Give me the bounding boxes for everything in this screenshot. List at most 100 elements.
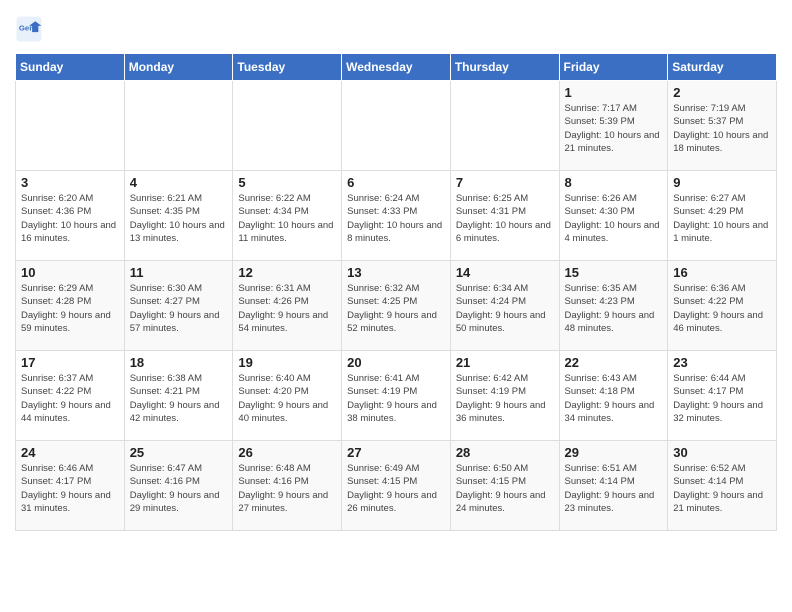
day-info: Sunrise: 6:40 AM Sunset: 4:20 PM Dayligh… xyxy=(238,372,336,425)
day-info: Sunrise: 6:51 AM Sunset: 4:14 PM Dayligh… xyxy=(565,462,663,515)
day-number: 6 xyxy=(347,175,445,190)
calendar-table: SundayMondayTuesdayWednesdayThursdayFrid… xyxy=(15,53,777,531)
calendar-cell: 2Sunrise: 7:19 AM Sunset: 5:37 PM Daylig… xyxy=(668,81,777,171)
col-header-thursday: Thursday xyxy=(450,54,559,81)
day-info: Sunrise: 6:29 AM Sunset: 4:28 PM Dayligh… xyxy=(21,282,119,335)
calendar-cell: 22 Sunrise: 6:43 AM Sunset: 4:18 PM Dayli… xyxy=(559,351,668,441)
day-info: Sunrise: 6:42 AM Sunset: 4:19 PM Dayligh… xyxy=(456,372,554,425)
col-header-sunday: Sunday xyxy=(16,54,125,81)
day-info: Sunrise: 6:32 AM Sunset: 4:25 PM Dayligh… xyxy=(347,282,445,335)
col-header-monday: Monday xyxy=(124,54,233,81)
calendar-cell: 3Sunrise: 6:20 AM Sunset: 4:36 PM Daylig… xyxy=(16,171,125,261)
calendar-cell: 20 Sunrise: 6:41 AM Sunset: 4:19 PM Dayli… xyxy=(342,351,451,441)
day-number: 19 xyxy=(238,355,336,370)
day-number: 27 xyxy=(347,445,445,460)
day-number: 26 xyxy=(238,445,336,460)
calendar-cell: 29 Sunrise: 6:51 AM Sunset: 4:14 PM Dayli… xyxy=(559,441,668,531)
calendar-cell: 6 Sunrise: 6:24 AM Sunset: 4:33 PM Daylig… xyxy=(342,171,451,261)
day-info: Sunrise: 6:52 AM Sunset: 4:14 PM Dayligh… xyxy=(673,462,771,515)
day-info: Sunrise: 7:17 AM Sunset: 5:39 PM Dayligh… xyxy=(565,102,663,155)
day-number: 17 xyxy=(21,355,119,370)
day-number: 9 xyxy=(673,175,771,190)
calendar-cell: 25 Sunrise: 6:47 AM Sunset: 4:16 PM Dayli… xyxy=(124,441,233,531)
calendar-cell xyxy=(233,81,342,171)
day-info: Sunrise: 6:22 AM Sunset: 4:34 PM Dayligh… xyxy=(238,192,336,245)
day-number: 14 xyxy=(456,265,554,280)
logo-icon: Gen xyxy=(15,15,43,43)
day-info: Sunrise: 6:25 AM Sunset: 4:31 PM Dayligh… xyxy=(456,192,554,245)
calendar-cell: 17 Sunrise: 6:37 AM Sunset: 4:22 PM Dayli… xyxy=(16,351,125,441)
calendar-cell: 1 Sunrise: 7:17 AM Sunset: 5:39 PM Daylig… xyxy=(559,81,668,171)
day-number: 3 xyxy=(21,175,119,190)
calendar-cell: 27 Sunrise: 6:49 AM Sunset: 4:15 PM Dayli… xyxy=(342,441,451,531)
day-number: 20 xyxy=(347,355,445,370)
day-number: 5 xyxy=(238,175,336,190)
calendar-cell: 8 Sunrise: 6:26 AM Sunset: 4:30 PM Daylig… xyxy=(559,171,668,261)
day-info: Sunrise: 6:26 AM Sunset: 4:30 PM Dayligh… xyxy=(565,192,663,245)
col-header-friday: Friday xyxy=(559,54,668,81)
col-header-saturday: Saturday xyxy=(668,54,777,81)
day-number: 24 xyxy=(21,445,119,460)
day-info: Sunrise: 6:34 AM Sunset: 4:24 PM Dayligh… xyxy=(456,282,554,335)
day-info: Sunrise: 6:24 AM Sunset: 4:33 PM Dayligh… xyxy=(347,192,445,245)
calendar-cell: 7 Sunrise: 6:25 AM Sunset: 4:31 PM Daylig… xyxy=(450,171,559,261)
day-info: Sunrise: 6:31 AM Sunset: 4:26 PM Dayligh… xyxy=(238,282,336,335)
day-info: Sunrise: 6:50 AM Sunset: 4:15 PM Dayligh… xyxy=(456,462,554,515)
day-number: 10 xyxy=(21,265,119,280)
calendar-cell: 28Sunrise: 6:50 AM Sunset: 4:15 PM Dayli… xyxy=(450,441,559,531)
day-info: Sunrise: 6:38 AM Sunset: 4:21 PM Dayligh… xyxy=(130,372,228,425)
day-number: 23 xyxy=(673,355,771,370)
day-number: 22 xyxy=(565,355,663,370)
day-info: Sunrise: 6:30 AM Sunset: 4:27 PM Dayligh… xyxy=(130,282,228,335)
day-info: Sunrise: 6:46 AM Sunset: 4:17 PM Dayligh… xyxy=(21,462,119,515)
day-number: 16 xyxy=(673,265,771,280)
day-number: 25 xyxy=(130,445,228,460)
calendar-cell: 23Sunrise: 6:44 AM Sunset: 4:17 PM Dayli… xyxy=(668,351,777,441)
day-info: Sunrise: 6:48 AM Sunset: 4:16 PM Dayligh… xyxy=(238,462,336,515)
day-info: Sunrise: 6:41 AM Sunset: 4:19 PM Dayligh… xyxy=(347,372,445,425)
calendar-cell: 15 Sunrise: 6:35 AM Sunset: 4:23 PM Dayli… xyxy=(559,261,668,351)
page-header: Gen xyxy=(15,15,777,43)
col-header-tuesday: Tuesday xyxy=(233,54,342,81)
day-number: 2 xyxy=(673,85,771,100)
day-number: 15 xyxy=(565,265,663,280)
calendar-cell xyxy=(124,81,233,171)
calendar-cell: 5 Sunrise: 6:22 AM Sunset: 4:34 PM Daylig… xyxy=(233,171,342,261)
day-number: 30 xyxy=(673,445,771,460)
day-number: 11 xyxy=(130,265,228,280)
day-info: Sunrise: 6:36 AM Sunset: 4:22 PM Dayligh… xyxy=(673,282,771,335)
day-info: Sunrise: 6:37 AM Sunset: 4:22 PM Dayligh… xyxy=(21,372,119,425)
calendar-cell xyxy=(16,81,125,171)
day-number: 21 xyxy=(456,355,554,370)
day-info: Sunrise: 6:47 AM Sunset: 4:16 PM Dayligh… xyxy=(130,462,228,515)
day-number: 1 xyxy=(565,85,663,100)
day-number: 8 xyxy=(565,175,663,190)
day-number: 18 xyxy=(130,355,228,370)
day-info: Sunrise: 6:21 AM Sunset: 4:35 PM Dayligh… xyxy=(130,192,228,245)
logo: Gen xyxy=(15,15,47,43)
col-header-wednesday: Wednesday xyxy=(342,54,451,81)
calendar-cell: 12Sunrise: 6:31 AM Sunset: 4:26 PM Dayli… xyxy=(233,261,342,351)
calendar-cell: 24 Sunrise: 6:46 AM Sunset: 4:17 PM Dayli… xyxy=(16,441,125,531)
day-info: Sunrise: 6:35 AM Sunset: 4:23 PM Dayligh… xyxy=(565,282,663,335)
day-number: 4 xyxy=(130,175,228,190)
calendar-cell: 4 Sunrise: 6:21 AM Sunset: 4:35 PM Daylig… xyxy=(124,171,233,261)
calendar-cell: 9 Sunrise: 6:27 AM Sunset: 4:29 PM Daylig… xyxy=(668,171,777,261)
calendar-cell: 26 Sunrise: 6:48 AM Sunset: 4:16 PM Dayli… xyxy=(233,441,342,531)
calendar-cell xyxy=(450,81,559,171)
calendar-cell: 13 Sunrise: 6:32 AM Sunset: 4:25 PM Dayli… xyxy=(342,261,451,351)
calendar-cell: 18 Sunrise: 6:38 AM Sunset: 4:21 PM Dayli… xyxy=(124,351,233,441)
day-info: Sunrise: 6:27 AM Sunset: 4:29 PM Dayligh… xyxy=(673,192,771,245)
calendar-cell: 16 Sunrise: 6:36 AM Sunset: 4:22 PM Dayli… xyxy=(668,261,777,351)
calendar-cell: 14 Sunrise: 6:34 AM Sunset: 4:24 PM Dayli… xyxy=(450,261,559,351)
calendar-cell xyxy=(342,81,451,171)
calendar-cell: 19 Sunrise: 6:40 AM Sunset: 4:20 PM Dayli… xyxy=(233,351,342,441)
day-number: 7 xyxy=(456,175,554,190)
calendar-cell: 11 Sunrise: 6:30 AM Sunset: 4:27 PM Dayli… xyxy=(124,261,233,351)
day-number: 29 xyxy=(565,445,663,460)
day-number: 13 xyxy=(347,265,445,280)
day-info: Sunrise: 6:49 AM Sunset: 4:15 PM Dayligh… xyxy=(347,462,445,515)
day-info: Sunrise: 6:43 AM Sunset: 4:18 PM Dayligh… xyxy=(565,372,663,425)
calendar-cell: 21 Sunrise: 6:42 AM Sunset: 4:19 PM Dayli… xyxy=(450,351,559,441)
calendar-cell: 10 Sunrise: 6:29 AM Sunset: 4:28 PM Dayli… xyxy=(16,261,125,351)
